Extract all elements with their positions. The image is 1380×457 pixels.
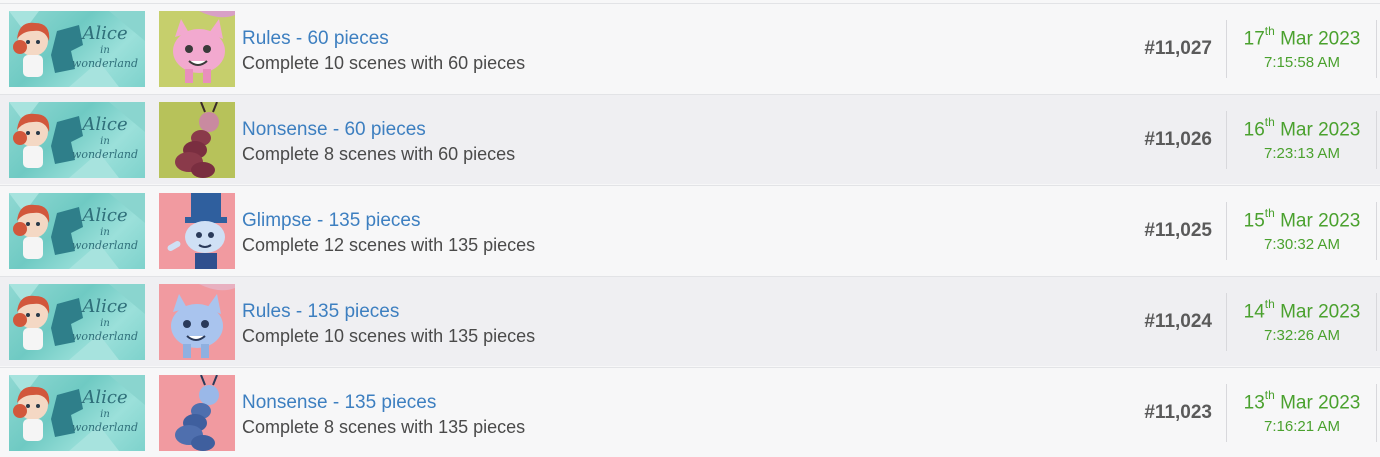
alice-in-wonderland-game-icon[interactable]: Alice in wonderland: [9, 11, 145, 87]
achievement-description: Complete 10 scenes with 60 pieces: [242, 53, 526, 73]
achievement-title-link[interactable]: Rules - 60 pieces: [242, 28, 389, 50]
column-divider: [1376, 202, 1377, 260]
achievement-title-link[interactable]: Nonsense - 135 pieces: [242, 392, 436, 414]
unlock-date: 17th Mar 2023: [1243, 24, 1361, 50]
achievement-row: Alice in wonderland Glimpse - 135 pieces…: [0, 185, 1380, 275]
unlock-date: 16th Mar 2023: [1243, 115, 1361, 141]
alice-in-wonderland-game-icon[interactable]: Alice in wonderland: [9, 193, 145, 269]
alice-in-wonderland-game-icon[interactable]: Alice in wonderland: [9, 284, 145, 360]
blue-cheshire-cat-icon: [159, 284, 235, 360]
pink-cheshire-cat-icon: [159, 11, 235, 87]
logo-text: Alice: [80, 23, 127, 44]
column-divider: [1376, 384, 1377, 442]
column-divider: [1226, 202, 1227, 260]
achievement-description: Complete 8 scenes with 135 pieces: [242, 417, 526, 437]
unlock-time: 7:15:58 AM: [1264, 54, 1340, 71]
alice-in-wonderland-game-icon[interactable]: Alice in wonderland: [9, 375, 145, 451]
svg-text:wonderland: wonderland: [72, 148, 138, 161]
caterpillar-olive-icon: [159, 102, 235, 178]
achievement-number: #11,023: [1144, 402, 1212, 423]
unlock-date: 14th Mar 2023: [1243, 297, 1361, 323]
unlock-time: 7:30:32 AM: [1264, 236, 1340, 253]
svg-text:wonderland: wonderland: [72, 57, 138, 70]
achievement-number: #11,024: [1144, 311, 1212, 332]
unlock-time: 7:23:13 AM: [1264, 145, 1340, 162]
caterpillar-blue-icon: [159, 375, 235, 451]
column-divider: [1226, 111, 1227, 169]
svg-text:in: in: [100, 45, 110, 56]
achievement-title-link[interactable]: Glimpse - 135 pieces: [242, 210, 420, 232]
column-divider: [1226, 20, 1227, 78]
achievement-description: Complete 12 scenes with 135 pieces: [242, 235, 536, 255]
unlock-time: 7:32:26 AM: [1264, 327, 1340, 344]
column-divider: [1376, 293, 1377, 351]
achievement-description: Complete 10 scenes with 135 pieces: [242, 326, 536, 346]
achievement-description: Complete 8 scenes with 60 pieces: [242, 144, 516, 164]
svg-text:wonderland: wonderland: [72, 421, 138, 434]
white-rabbit-top-hat-icon: [159, 193, 235, 269]
svg-text:in: in: [100, 227, 110, 238]
achievement-title-link[interactable]: Rules - 135 pieces: [242, 301, 399, 323]
achievement-number: #11,027: [1144, 38, 1212, 59]
alice-in-wonderland-game-icon[interactable]: Alice in wonderland: [9, 102, 145, 178]
achievement-number: #11,025: [1144, 220, 1212, 241]
svg-text:Alice: Alice: [80, 114, 127, 135]
achievement-list: Alice in wonderland Rules - 60 pieces Co…: [0, 0, 1380, 457]
svg-text:Alice: Alice: [80, 205, 127, 226]
svg-text:in: in: [100, 136, 110, 147]
achievement-number: #11,026: [1144, 129, 1212, 150]
achievement-title-link[interactable]: Nonsense - 60 pieces: [242, 119, 426, 141]
column-divider: [1226, 384, 1227, 442]
unlock-time: 7:16:21 AM: [1264, 418, 1340, 435]
svg-text:wonderland: wonderland: [72, 239, 138, 252]
unlock-date: 13th Mar 2023: [1243, 388, 1361, 414]
unlock-date: 15th Mar 2023: [1243, 206, 1361, 232]
svg-text:Alice: Alice: [80, 296, 127, 317]
achievement-row: Alice in wonderland Nonsense - 135 piece…: [0, 367, 1380, 457]
svg-text:wonderland: wonderland: [72, 330, 138, 343]
svg-text:in: in: [100, 318, 110, 329]
svg-text:in: in: [100, 409, 110, 420]
column-divider: [1376, 111, 1377, 169]
column-divider: [1226, 293, 1227, 351]
achievement-row: Alice in wonderland Nonsense - 60 pieces…: [0, 94, 1380, 184]
achievement-row: Alice in wonderland Rules - 60 pieces Co…: [0, 3, 1380, 93]
column-divider: [1376, 20, 1377, 78]
svg-text:Alice: Alice: [80, 387, 127, 408]
achievement-row: Alice in wonderland Rules - 135 pieces C…: [0, 276, 1380, 366]
